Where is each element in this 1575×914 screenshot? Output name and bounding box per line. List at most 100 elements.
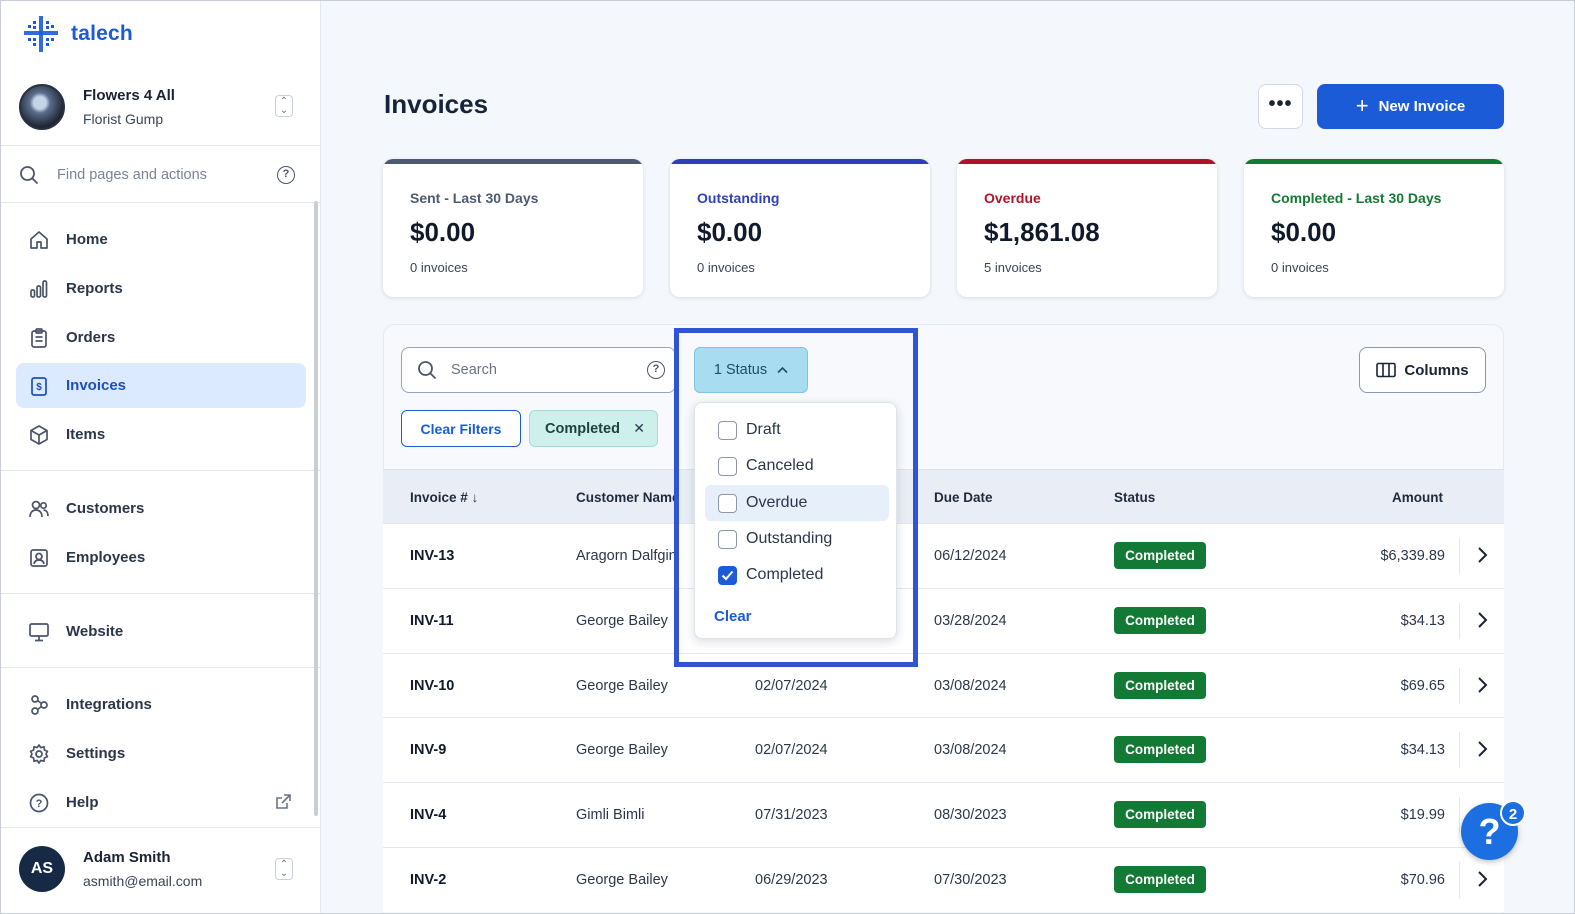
sidebar-item-label: Reports bbox=[66, 280, 123, 297]
user-menu[interactable]: AS Adam Smith asmith@email.com ⌃ ⌄ bbox=[19, 841, 301, 897]
status-badge: Completed bbox=[1114, 736, 1206, 763]
notification-badge: 2 bbox=[1500, 800, 1526, 826]
search-icon bbox=[20, 166, 38, 184]
page-title: Invoices bbox=[384, 89, 489, 119]
sidebar-item-invoices[interactable]: $ Invoices bbox=[16, 363, 306, 408]
invoice-number: INV-13 bbox=[410, 548, 455, 564]
help-circle-icon[interactable]: ? bbox=[277, 166, 295, 184]
sidebar-item-label: Items bbox=[66, 426, 106, 443]
close-icon[interactable]: ✕ bbox=[633, 420, 645, 437]
due-date: 03/08/2024 bbox=[934, 742, 1007, 758]
header-customer[interactable]: Customer Name bbox=[576, 490, 680, 505]
avatar: AS bbox=[19, 846, 65, 892]
nodes-icon bbox=[28, 694, 50, 716]
card-accent bbox=[383, 159, 643, 164]
customer-name: George Bailey bbox=[576, 742, 668, 758]
sidebar-scrollbar[interactable] bbox=[314, 201, 318, 816]
clipboard-icon bbox=[28, 327, 50, 349]
sidebar-item-website[interactable]: Website bbox=[16, 609, 306, 654]
sidebar-item-settings[interactable]: Settings bbox=[16, 731, 306, 776]
amount: $70.96 bbox=[1400, 872, 1445, 888]
bar-chart-icon bbox=[28, 278, 50, 300]
due-date: 03/28/2024 bbox=[934, 613, 1007, 629]
invoice-date: 02/07/2024 bbox=[755, 678, 828, 694]
due-date: 06/12/2024 bbox=[934, 548, 1007, 564]
app-window: talech Flowers 4 All Florist Gump ⌃ ⌄ Fin… bbox=[0, 0, 1575, 914]
invoice-icon: $ bbox=[28, 375, 50, 397]
divider bbox=[1, 827, 321, 828]
sidebar-item-customers[interactable]: Customers bbox=[16, 486, 306, 531]
svg-text:?: ? bbox=[36, 798, 43, 810]
card-amount: $0.00 bbox=[697, 217, 763, 247]
table-row[interactable]: INV-2 George Bailey 06/29/2023 07/30/202… bbox=[383, 847, 1504, 912]
sidebar-item-label: Employees bbox=[66, 549, 146, 566]
amount: $69.65 bbox=[1400, 678, 1445, 694]
more-options-button[interactable]: ••• bbox=[1258, 84, 1303, 129]
org-subtitle: Florist Gump bbox=[83, 111, 164, 127]
customer-name: George Bailey bbox=[576, 678, 668, 694]
table-row[interactable]: INV-4 Gimli Bimli 07/31/2023 08/30/2023 … bbox=[383, 782, 1504, 847]
card-count: 0 invoices bbox=[1271, 260, 1329, 275]
sidebar-item-label: Invoices bbox=[66, 377, 127, 394]
sidebar-item-home[interactable]: Home bbox=[16, 217, 306, 262]
sidebar-item-items[interactable]: Items bbox=[16, 412, 306, 457]
sidebar-item-label: Website bbox=[66, 623, 124, 640]
card-accent bbox=[670, 159, 930, 164]
card-label: Completed - Last 30 Days bbox=[1271, 190, 1442, 206]
org-name: Flowers 4 All bbox=[83, 87, 175, 104]
summary-card-overdue[interactable]: Overdue $1,861.08 5 invoices bbox=[957, 159, 1217, 297]
divider bbox=[1, 593, 321, 594]
highlight-box bbox=[674, 328, 918, 667]
org-switcher[interactable]: Flowers 4 All Florist Gump ⌃ ⌄ bbox=[19, 81, 301, 133]
divider bbox=[1, 145, 321, 146]
help-circle-icon[interactable]: ? bbox=[647, 361, 665, 379]
org-avatar bbox=[19, 84, 65, 130]
header-status[interactable]: Status bbox=[1114, 490, 1155, 505]
sidebar-item-reports[interactable]: Reports bbox=[16, 266, 306, 311]
card-amount: $0.00 bbox=[1271, 217, 1337, 247]
new-invoice-label: New Invoice bbox=[1378, 98, 1466, 115]
status-badge: Completed bbox=[1114, 607, 1206, 634]
summary-card-completed[interactable]: Completed - Last 30 Days $0.00 0 invoice… bbox=[1244, 159, 1504, 297]
table-row[interactable]: INV-11 George Bailey 03/28/2024 Complete… bbox=[383, 588, 1504, 653]
chevron-right-icon[interactable] bbox=[1475, 675, 1489, 695]
invoice-date: 06/29/2023 bbox=[755, 872, 828, 888]
chevron-updown-icon[interactable]: ⌃ ⌄ bbox=[275, 858, 293, 880]
table-row[interactable]: INV-9 George Bailey 02/07/2024 03/08/202… bbox=[383, 717, 1504, 782]
sidebar-item-help[interactable]: ? Help bbox=[16, 780, 306, 825]
divider bbox=[1, 667, 321, 668]
external-link-icon bbox=[276, 794, 291, 809]
find-pages-input[interactable]: Find pages and actions ? bbox=[19, 159, 301, 191]
gear-icon bbox=[28, 743, 50, 765]
columns-button[interactable]: Columns bbox=[1359, 347, 1486, 393]
header-due-date[interactable]: Due Date bbox=[934, 490, 993, 505]
sidebar-item-label: Settings bbox=[66, 745, 126, 762]
header-amount[interactable]: Amount bbox=[1392, 490, 1443, 505]
new-invoice-button[interactable]: + New Invoice bbox=[1317, 84, 1504, 129]
search-icon bbox=[418, 361, 436, 379]
summary-card-sent[interactable]: Sent - Last 30 Days $0.00 0 invoices bbox=[383, 159, 643, 297]
chevron-right-icon[interactable] bbox=[1475, 610, 1489, 630]
table-row[interactable]: INV-13 Aragorn Dalfgin 06/12/2024 Comple… bbox=[383, 523, 1504, 588]
sidebar-item-employees[interactable]: Employees bbox=[16, 535, 306, 580]
chevron-right-icon[interactable] bbox=[1475, 739, 1489, 759]
card-amount: $1,861.08 bbox=[984, 217, 1100, 247]
customer-name: Gimli Bimli bbox=[576, 807, 645, 823]
logo[interactable]: talech bbox=[23, 15, 133, 53]
chevron-right-icon[interactable] bbox=[1475, 545, 1489, 565]
table-row[interactable]: INV-10 George Bailey 02/07/2024 03/08/20… bbox=[383, 653, 1504, 718]
sidebar-item-orders[interactable]: Orders bbox=[16, 315, 306, 360]
columns-label: Columns bbox=[1404, 361, 1469, 379]
chevron-right-icon[interactable] bbox=[1475, 869, 1489, 889]
summary-card-outstanding[interactable]: Outstanding $0.00 0 invoices bbox=[670, 159, 930, 297]
sidebar-item-integrations[interactable]: Integrations bbox=[16, 682, 306, 727]
search-input[interactable]: Search ? bbox=[401, 347, 676, 393]
chevron-updown-icon[interactable]: ⌃ ⌄ bbox=[275, 95, 293, 117]
header-invoice[interactable]: Invoice # ↓ bbox=[410, 490, 478, 505]
svg-text:$: $ bbox=[36, 382, 42, 393]
amount: $6,339.89 bbox=[1380, 548, 1445, 564]
invoice-number: INV-4 bbox=[410, 807, 447, 823]
card-amount: $0.00 bbox=[410, 217, 476, 247]
clear-filters-button[interactable]: Clear Filters bbox=[401, 410, 521, 447]
filter-chip-completed: Completed ✕ bbox=[529, 410, 658, 447]
